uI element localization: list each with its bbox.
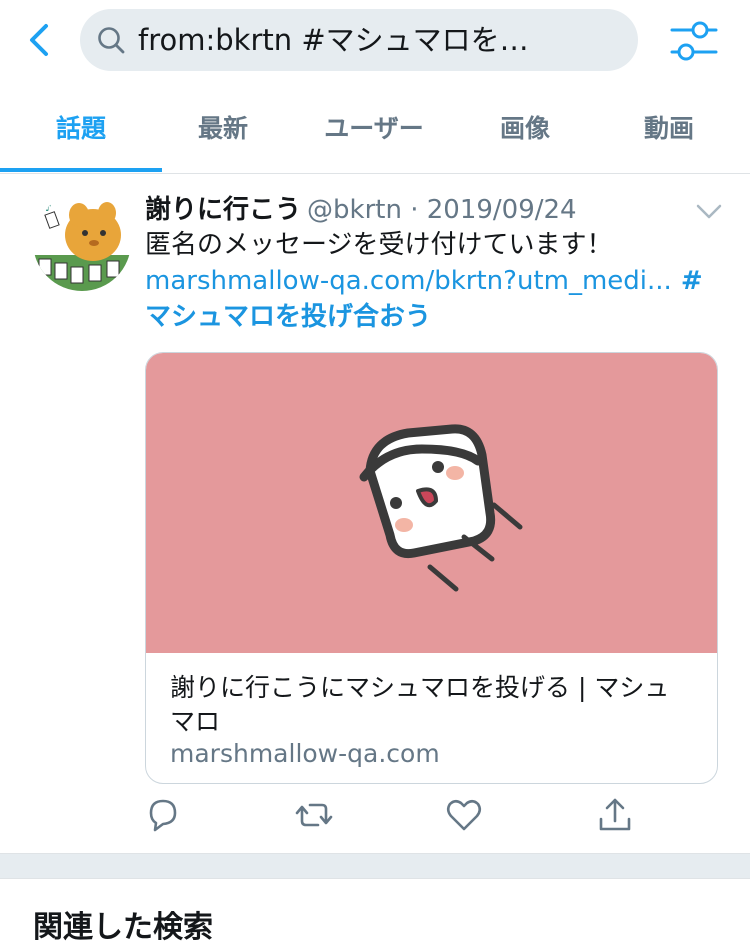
caret-down-icon: [696, 204, 722, 219]
tweet-text: 匿名のメッセージを受け付けています！ marshmallow-qa.com/bk…: [145, 227, 715, 335]
author-name[interactable]: 謝りに行こう: [145, 195, 301, 225]
avatar-illustration-icon: ♪: [33, 193, 131, 291]
hashtag-symbol[interactable]: #: [672, 266, 703, 296]
tab-photos[interactable]: 画像: [450, 88, 600, 172]
section-divider: [0, 853, 750, 879]
tab-videos[interactable]: 動画: [594, 88, 744, 172]
search-input[interactable]: from:bkrtn #マシュマロを…: [80, 9, 638, 71]
back-button[interactable]: [18, 18, 62, 62]
tweet-menu-button[interactable]: [694, 199, 724, 223]
search-icon: [98, 27, 125, 54]
tab-top[interactable]: 話題: [6, 88, 156, 172]
filter-sliders-icon: [670, 21, 718, 61]
retweet-button[interactable]: [294, 795, 334, 835]
top-bar: from:bkrtn #マシュマロを…: [0, 0, 750, 82]
share-button[interactable]: [595, 795, 635, 835]
reply-button[interactable]: [143, 795, 183, 835]
search-tabs: 話題 最新 ユーザー 画像 動画: [0, 88, 750, 174]
tab-users[interactable]: ユーザー: [299, 88, 449, 172]
card-image: [146, 353, 717, 653]
tweet[interactable]: ♪ 謝りに行こう @bkrtn · 2019/09/24 匿名のメッセージを受け付…: [0, 175, 750, 855]
like-icon: [446, 799, 482, 831]
reply-icon: [149, 799, 177, 832]
like-button[interactable]: [444, 795, 484, 835]
avatar[interactable]: ♪: [33, 193, 131, 291]
active-tab-indicator: [0, 168, 162, 172]
card-title: 謝りに行こうにマシュマロを投げる | マシュマロ: [170, 673, 670, 736]
svg-text:♪: ♪: [45, 203, 51, 214]
tweet-text-line: 匿名のメッセージを受け付けています！: [145, 230, 613, 260]
hashtag-link[interactable]: マシュマロを投げ合おう: [145, 302, 431, 332]
search-query-text: from:bkrtn #マシュマロを…: [138, 23, 529, 57]
share-icon: [599, 798, 631, 831]
tweet-link[interactable]: marshmallow-qa.com/bkrtn?utm_medi...: [145, 266, 672, 296]
author-handle-date: @bkrtn · 2019/09/24: [307, 195, 577, 225]
marshmallow-mascot-icon: [359, 424, 523, 592]
retweet-icon: [295, 803, 333, 827]
tweet-header: 謝りに行こう @bkrtn · 2019/09/24: [145, 192, 705, 228]
related-searches-title: 関連した検索: [33, 910, 213, 945]
tab-latest[interactable]: 最新: [148, 88, 298, 172]
link-card[interactable]: 謝りに行こうにマシュマロを投げる | マシュマロ marshmallow-qa.…: [145, 352, 718, 784]
filter-button[interactable]: [666, 16, 722, 66]
back-chevron-icon: [30, 24, 48, 56]
card-domain: marshmallow-qa.com: [170, 739, 440, 768]
